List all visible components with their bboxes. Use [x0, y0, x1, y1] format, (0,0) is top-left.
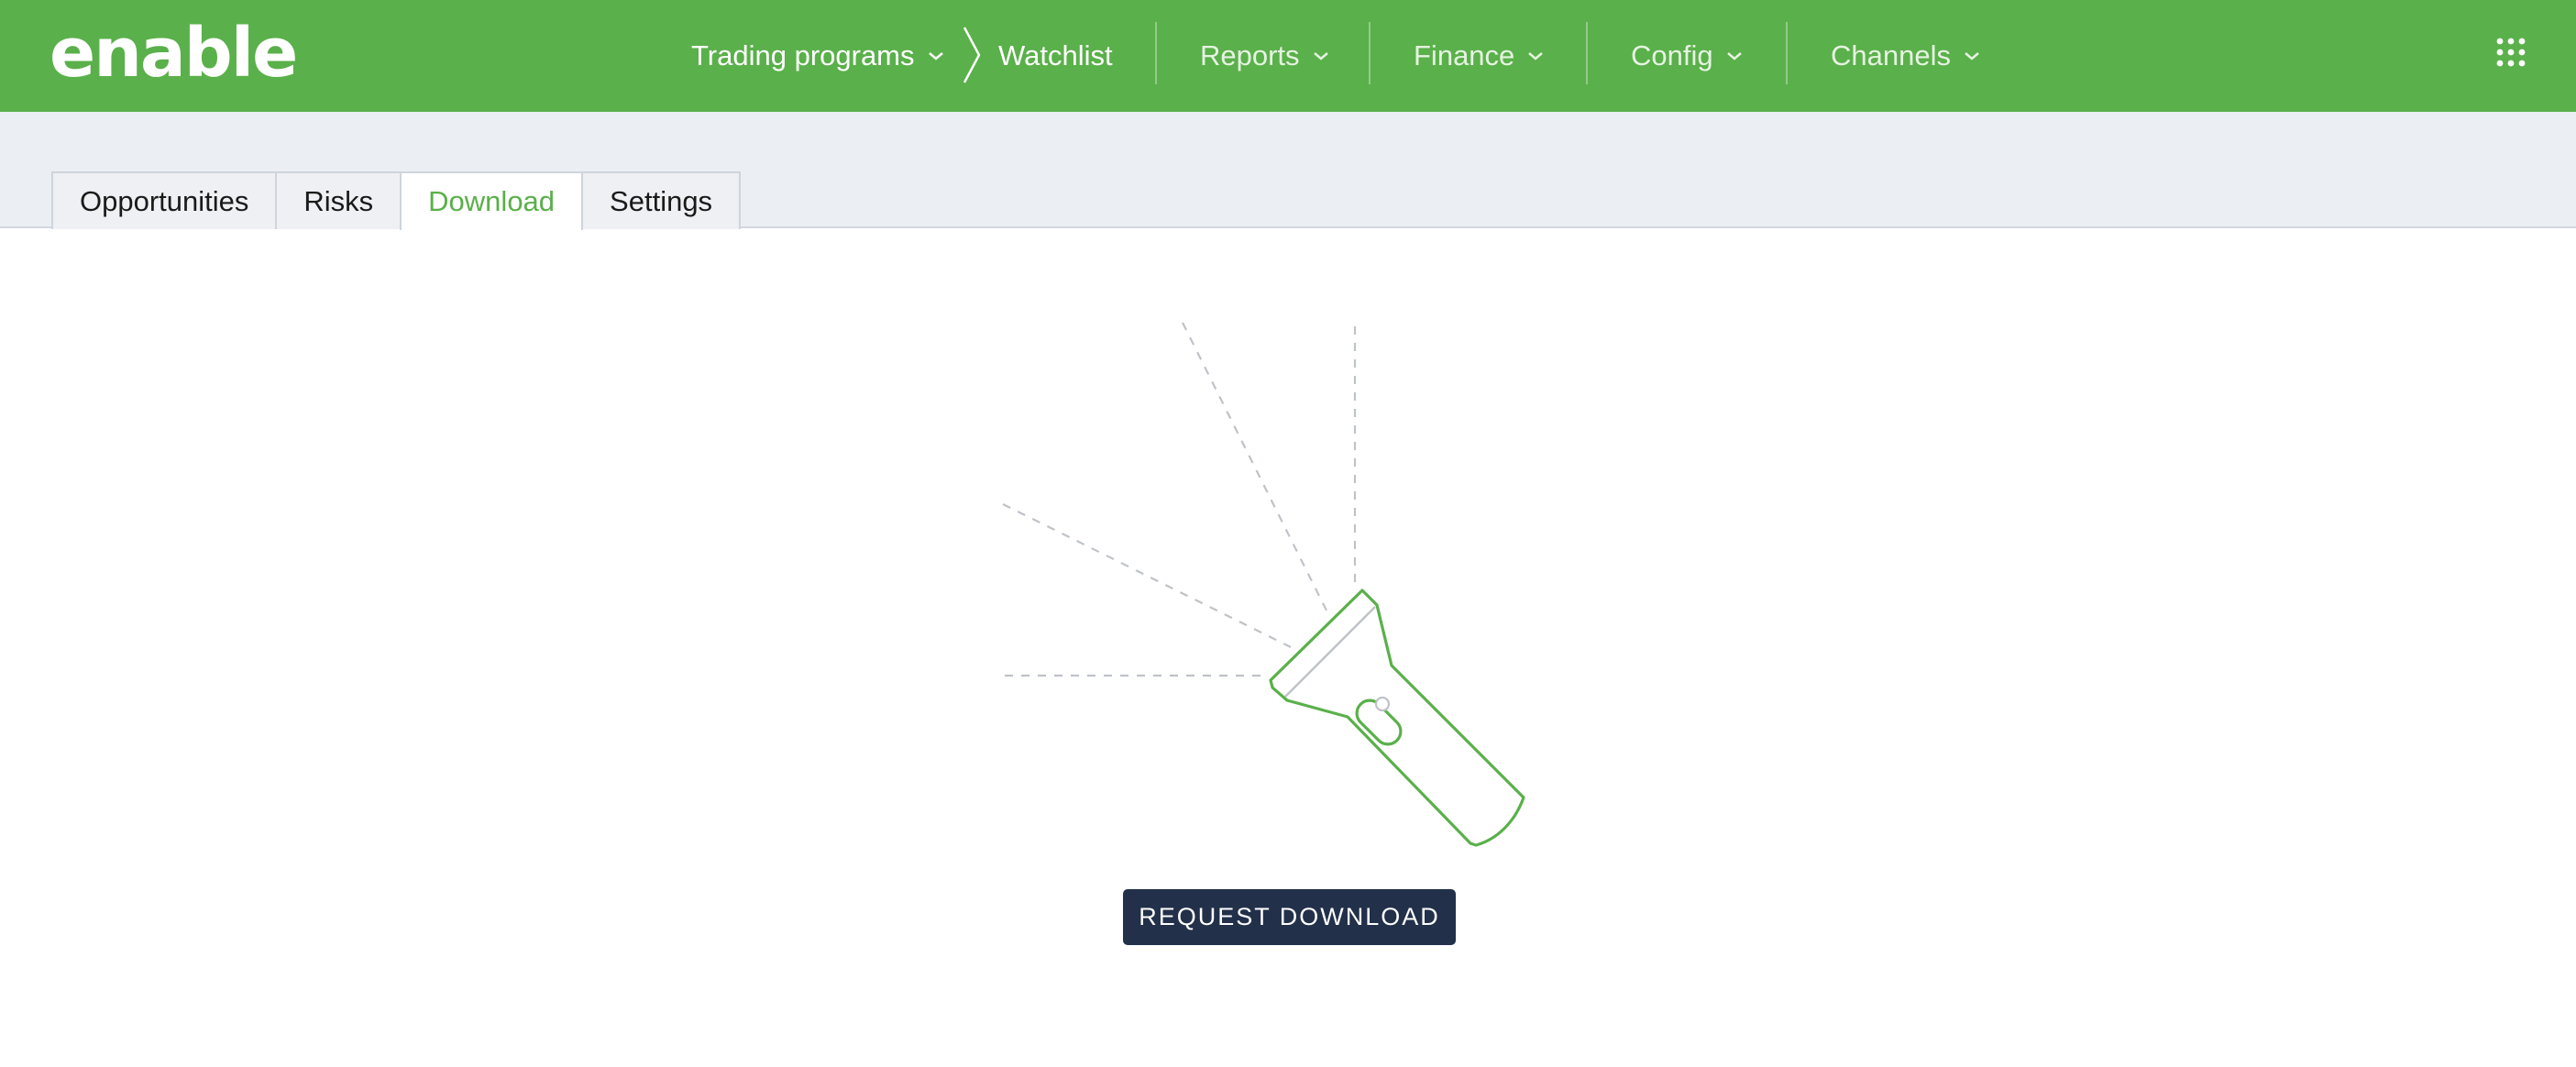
nav-divider — [1155, 22, 1157, 84]
nav-watchlist[interactable]: Watchlist — [998, 0, 1113, 112]
tab-settings-label: Settings — [610, 184, 713, 217]
nav-config[interactable]: Config — [1631, 0, 1746, 112]
chevron-down-icon — [1726, 52, 1742, 60]
nav-finance[interactable]: Finance — [1414, 0, 1547, 112]
tab-download[interactable]: Download — [400, 171, 584, 230]
flashlight-icon — [1002, 322, 1525, 847]
tab-settings[interactable]: Settings — [581, 171, 742, 229]
grid-icon[interactable] — [2495, 37, 2526, 68]
top-navigation-bar: enable Trading programs Watchlist Report… — [0, 0, 2576, 112]
chevron-down-icon — [1313, 52, 1328, 60]
nav-channels-label: Channels — [1831, 39, 1951, 72]
tab-opportunities-label: Opportunities — [80, 184, 249, 217]
nav-finance-label: Finance — [1414, 39, 1515, 72]
nav-divider — [1369, 22, 1371, 84]
tab-risks-label: Risks — [303, 184, 374, 217]
tab-strip: Opportunities Risks Download Settings — [51, 171, 742, 230]
tab-opportunities[interactable]: Opportunities — [51, 171, 278, 229]
main-nav: Trading programs Watchlist Reports Finan… — [0, 0, 2576, 112]
tab-risks[interactable]: Risks — [275, 171, 402, 229]
nav-divider — [1586, 22, 1588, 84]
nav-reports-label: Reports — [1200, 39, 1300, 72]
nav-config-label: Config — [1631, 39, 1713, 72]
nav-divider — [1786, 22, 1788, 84]
breadcrumb-chevron-icon — [963, 27, 981, 83]
request-download-button[interactable]: REQUEST DOWNLOAD — [1123, 889, 1456, 945]
nav-trading-programs-label: Trading programs — [691, 39, 915, 72]
chevron-down-icon — [928, 52, 943, 60]
nav-reports[interactable]: Reports — [1200, 0, 1333, 112]
nav-watchlist-label: Watchlist — [998, 39, 1113, 72]
tab-download-label: Download — [428, 185, 556, 217]
chevron-down-icon — [1965, 52, 1979, 60]
nav-trading-programs[interactable]: Trading programs — [691, 0, 948, 112]
nav-channels[interactable]: Channels — [1831, 0, 1984, 112]
chevron-down-icon — [1528, 52, 1544, 60]
